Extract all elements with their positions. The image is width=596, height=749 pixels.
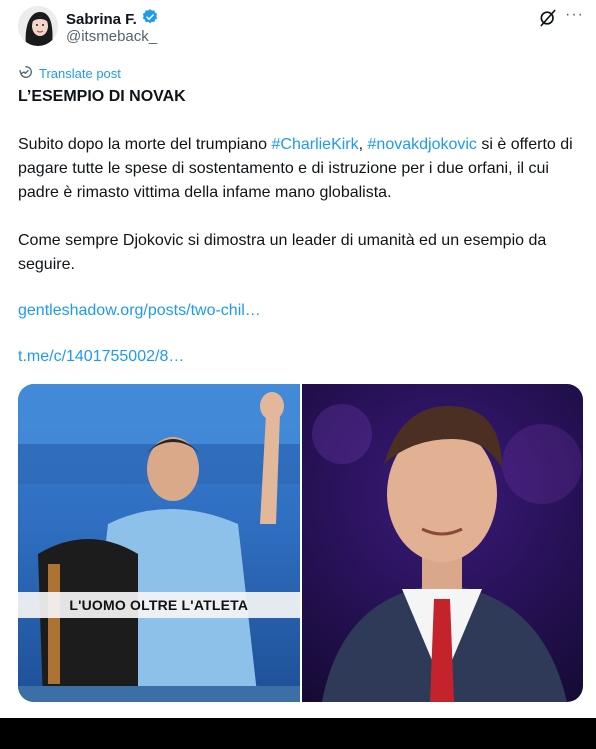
translate-label[interactable]: Translate post bbox=[39, 66, 121, 81]
photo-tennis-player[interactable]: L'UOMO OLTRE L'ATLETA bbox=[18, 384, 300, 702]
media-gallery[interactable]: L'UOMO OLTRE L'ATLETA bbox=[18, 384, 583, 702]
photo-caption: L'UOMO OLTRE L'ATLETA bbox=[18, 592, 300, 618]
post-paragraph-2: Come sempre Djokovic si dimostra un lead… bbox=[18, 232, 547, 273]
author-name[interactable]: Sabrina F. bbox=[66, 8, 159, 30]
translate-post-link[interactable]: Translate post bbox=[18, 64, 121, 83]
author-name-text[interactable]: Sabrina F. bbox=[66, 11, 137, 28]
photo-speaker[interactable] bbox=[301, 384, 583, 702]
bottom-bar bbox=[0, 718, 596, 749]
more-options-button[interactable]: ··· bbox=[565, 6, 584, 24]
post-text: , bbox=[358, 136, 368, 153]
external-link[interactable]: gentleshadow.org/posts/two-chil… bbox=[18, 302, 261, 320]
post-heading: L’ESEMPIO DI NOVAK bbox=[18, 88, 186, 105]
hashtag-link[interactable]: #novakdjokovic bbox=[368, 136, 477, 153]
post-text: Subito dopo la morte del trumpiano bbox=[18, 136, 272, 153]
post-paragraph-1: Subito dopo la morte del trumpiano #Char… bbox=[18, 133, 583, 205]
hashtag-link[interactable]: #CharlieKirk bbox=[271, 136, 358, 153]
translate-icon bbox=[18, 64, 34, 83]
external-link[interactable]: t.me/c/1401755002/8… bbox=[18, 348, 184, 366]
author-handle[interactable]: @itsmeback_ bbox=[66, 28, 157, 45]
avatar[interactable] bbox=[18, 6, 58, 46]
verified-badge-icon bbox=[141, 8, 159, 30]
grok-icon[interactable] bbox=[538, 8, 558, 28]
